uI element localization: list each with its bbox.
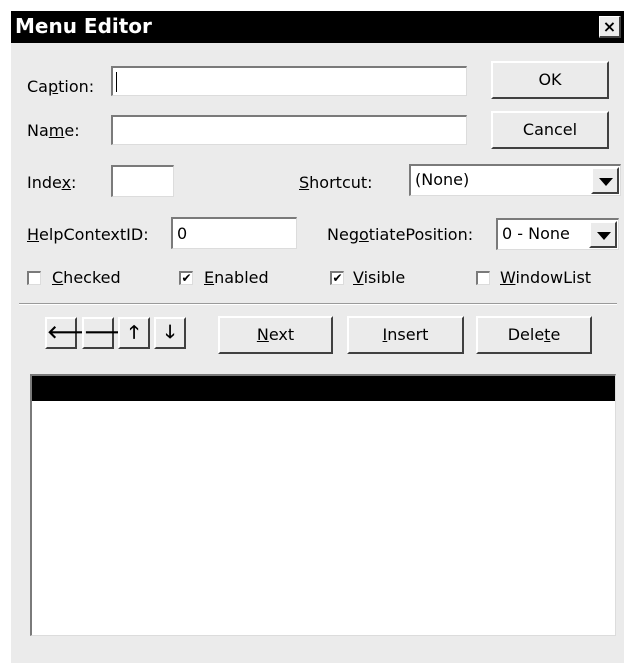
shortcut-value: (None)	[415, 170, 470, 189]
windowlist-label[interactable]: WindowList	[500, 268, 591, 288]
caption-input[interactable]	[111, 66, 467, 96]
helpcontextid-label: HelpContextID:	[27, 225, 149, 244]
menu-items-list[interactable]	[30, 374, 616, 636]
close-icon: ×	[602, 17, 617, 36]
delete-button[interactable]: Delete	[476, 316, 592, 354]
move-down-button[interactable]: 🡓	[154, 317, 186, 349]
caption-label: Caption:	[27, 77, 95, 96]
list-item-selected[interactable]	[32, 376, 615, 401]
name-input[interactable]	[111, 115, 467, 145]
close-button[interactable]: ×	[599, 16, 621, 38]
negotiateposition-value: 0 - None	[502, 224, 570, 243]
window-title: Menu Editor	[15, 14, 152, 38]
shortcut-dropdown-button[interactable]	[591, 167, 619, 194]
checked-label[interactable]: Checked	[52, 268, 121, 288]
enabled-label[interactable]: Enabled	[204, 268, 269, 288]
visible-label[interactable]: Visible	[353, 268, 405, 288]
negotiateposition-combobox[interactable]: 0 - None	[496, 218, 619, 250]
menu-editor-dialog: Menu Editor × Caption: OK Name: Cancel I…	[10, 10, 624, 663]
separator	[19, 303, 617, 305]
enabled-checkbox[interactable]: ✔	[179, 271, 193, 285]
index-label: Index:	[27, 173, 77, 192]
text-caret	[116, 72, 117, 92]
cancel-button[interactable]: Cancel	[491, 111, 609, 149]
windowlist-checkbox[interactable]	[476, 271, 490, 285]
index-input[interactable]	[111, 165, 174, 197]
shortcut-label: Shortcut:	[299, 173, 373, 192]
name-label: Name:	[27, 121, 80, 140]
arrow-down-icon: 🡓	[165, 322, 175, 343]
visible-checkbox[interactable]: ✔	[330, 271, 344, 285]
arrow-up-icon: 🡑	[129, 322, 139, 343]
move-left-button[interactable]: 🡐	[45, 317, 95, 349]
helpcontextid-input[interactable]	[171, 217, 297, 249]
shortcut-combobox[interactable]: (None)	[409, 164, 621, 196]
checked-checkbox[interactable]	[27, 271, 41, 285]
negotiateposition-label: NegotiatePosition:	[327, 225, 474, 244]
insert-button[interactable]: Insert	[347, 316, 464, 354]
title-bar: Menu Editor ×	[11, 11, 624, 43]
move-right-button[interactable]: 🡒	[82, 317, 132, 349]
helpcontextid-text[interactable]	[173, 219, 296, 248]
next-button[interactable]: Next	[218, 316, 333, 354]
ok-button[interactable]: OK	[491, 61, 609, 99]
chevron-down-icon	[597, 232, 611, 240]
caption-text[interactable]	[113, 68, 466, 95]
index-text[interactable]	[113, 167, 173, 196]
name-text[interactable]	[113, 117, 466, 144]
move-up-button[interactable]: 🡑	[118, 317, 150, 349]
chevron-down-icon	[599, 178, 613, 186]
negotiateposition-dropdown-button[interactable]	[589, 221, 617, 248]
